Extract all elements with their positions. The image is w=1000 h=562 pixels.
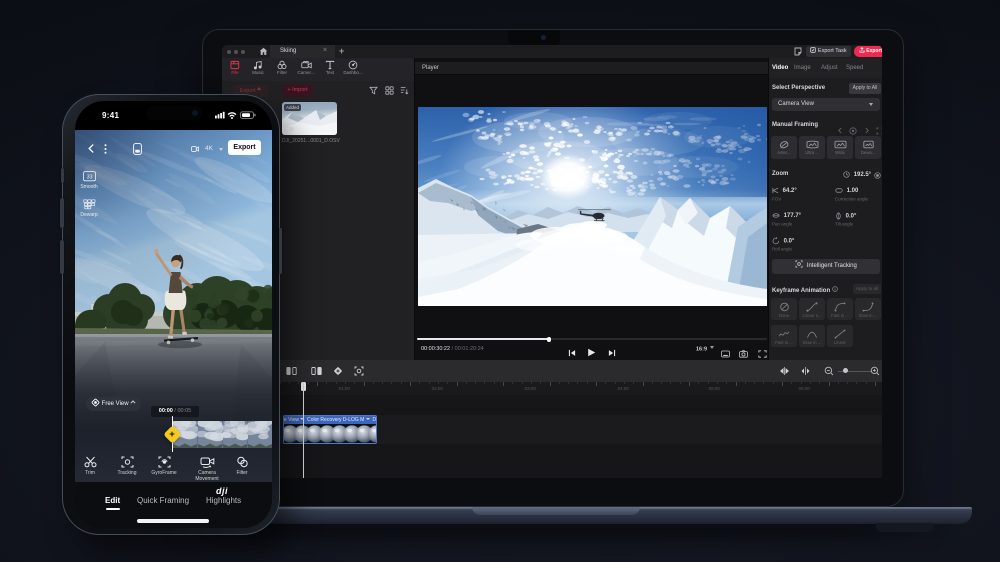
svg-text:33: 33	[86, 175, 92, 181]
